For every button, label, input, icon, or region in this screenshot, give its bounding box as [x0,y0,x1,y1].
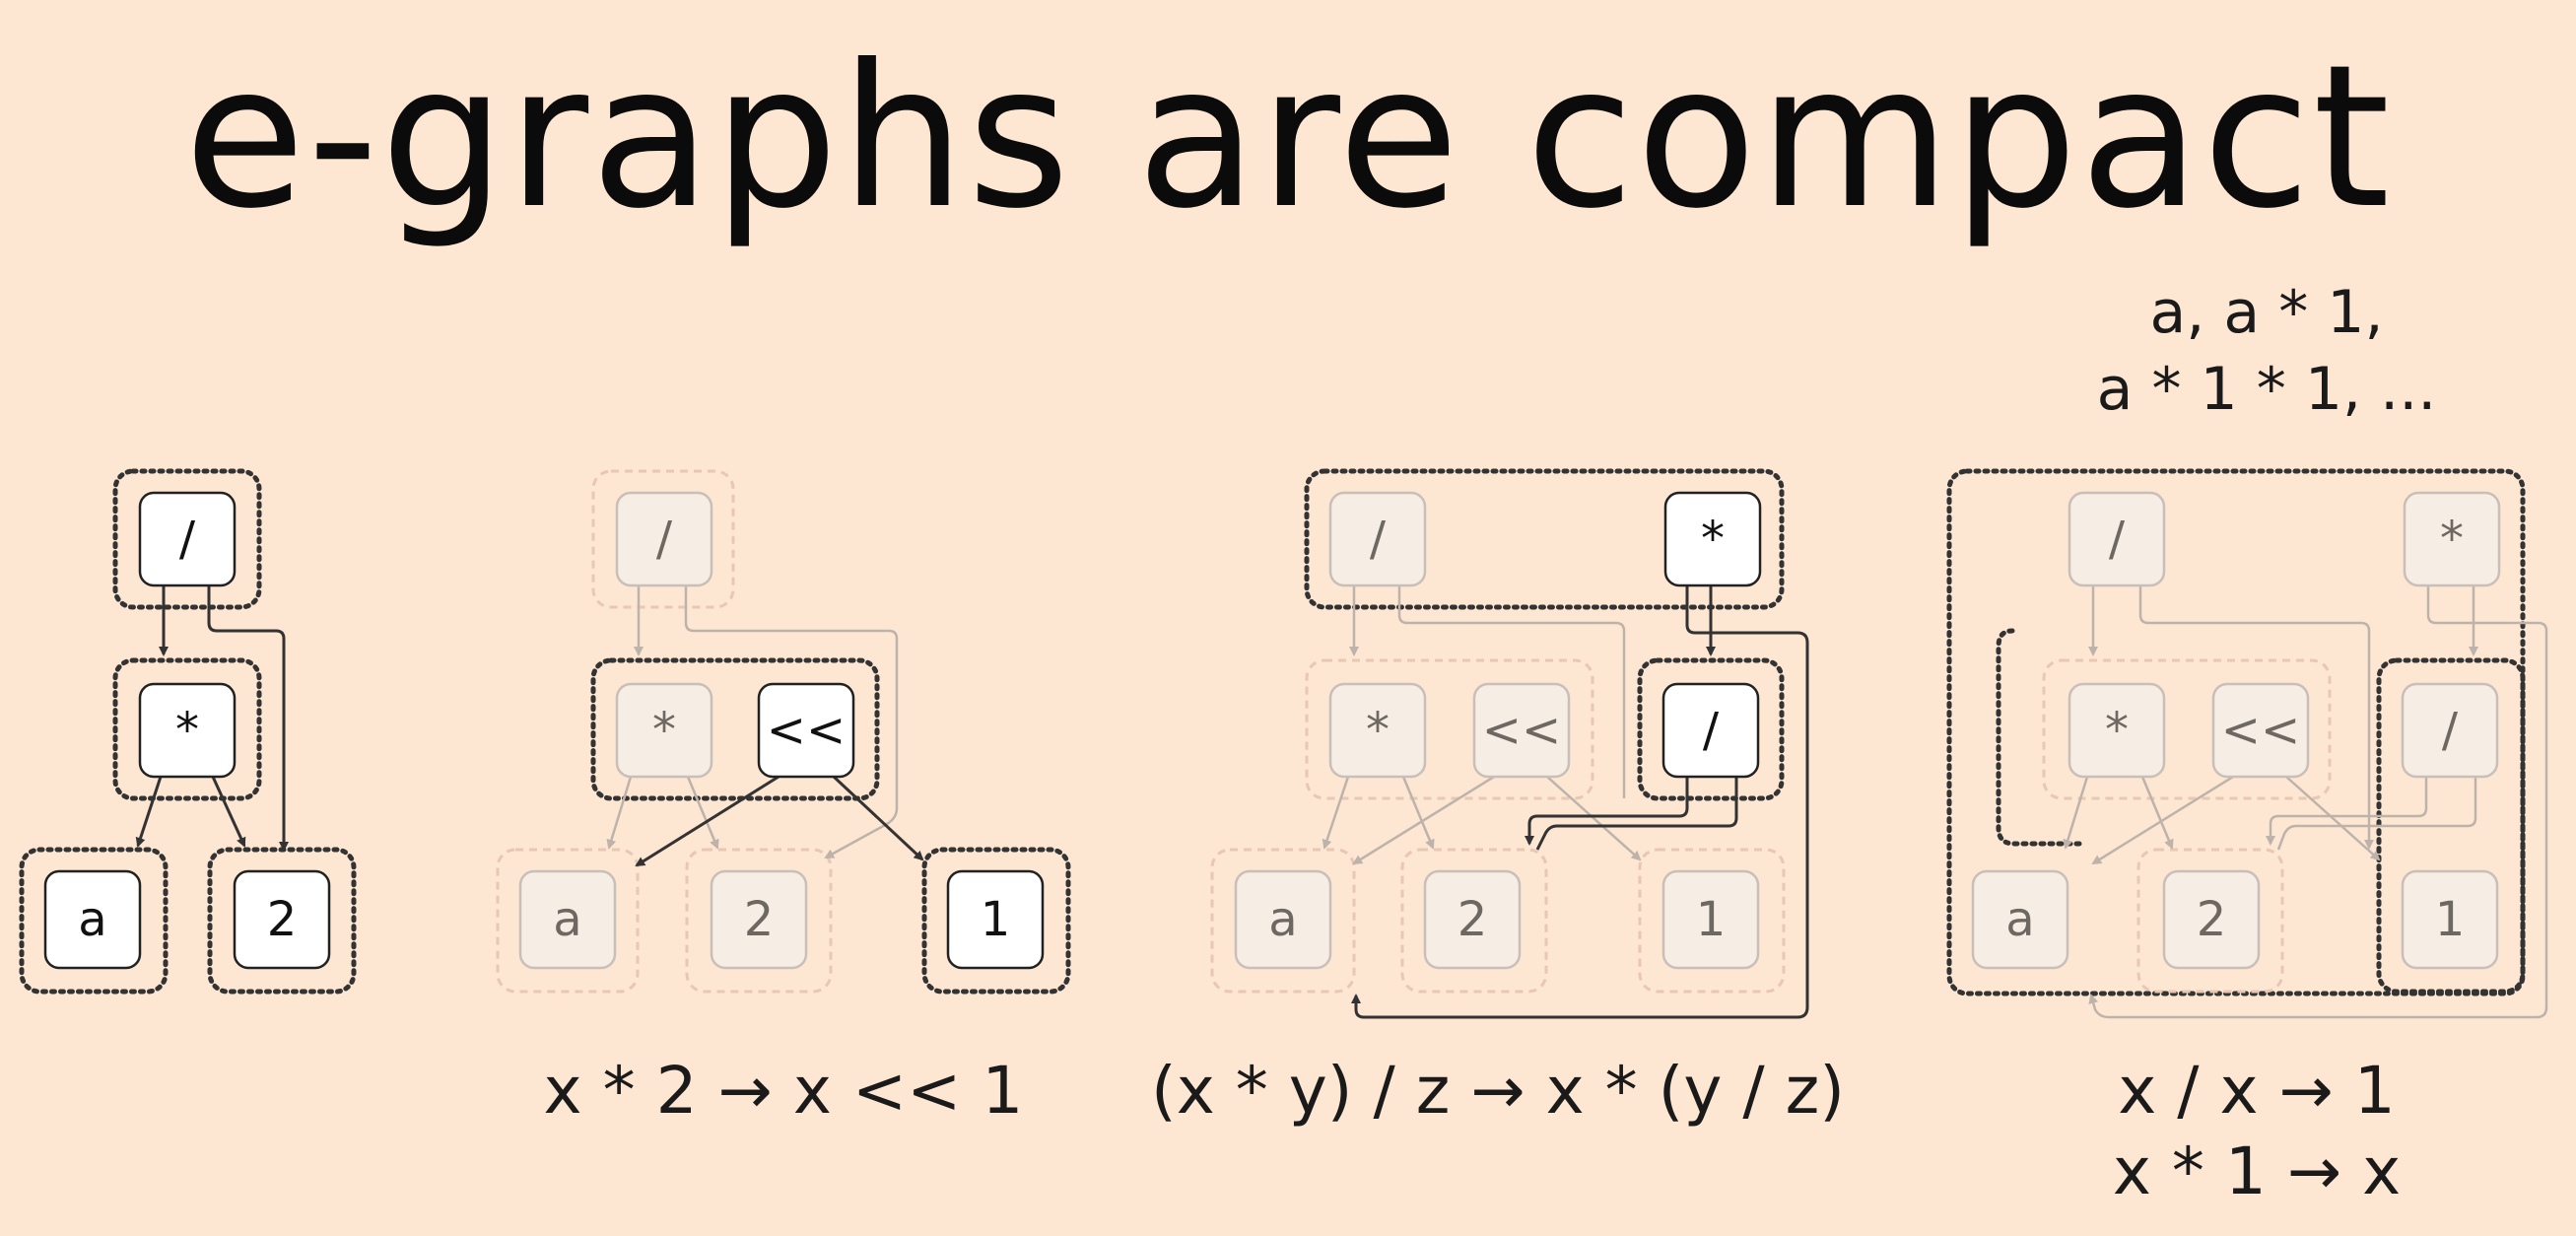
node-1: 1 [1661,869,1760,970]
edge [1401,776,1435,850]
node-label: 1 [1696,892,1727,947]
node-label: 2 [744,892,775,947]
node-2: 2 [710,869,808,970]
edge [686,776,719,850]
node-div: / [138,491,237,587]
node-label: / [1703,703,1720,758]
node-2: 2 [1423,869,1522,970]
node-div: / [615,491,713,587]
node-shift: << [757,682,855,779]
node-label: a [1268,892,1297,947]
node-mul: * [2068,682,2166,779]
node-label: * [2105,703,2129,758]
note-line-2: a * 1 * 1, ... [2096,355,2437,424]
node-shift: << [2211,682,2310,779]
node-label: a [2005,892,2034,947]
node-label: << [2221,703,2300,758]
node-label: / [179,512,196,567]
node-label: * [1366,703,1390,758]
caption-line-1: x / x → 1 [2118,1053,2396,1129]
node-label: a [78,892,106,947]
node-div2: / [1661,682,1760,779]
node-label: * [1701,512,1725,567]
node-a: a [1971,869,2069,970]
node-label: / [2109,512,2126,567]
node-2: 2 [233,869,331,970]
node-div: / [1328,491,1427,587]
node-label: 2 [1457,892,1488,947]
node-mul-top: * [2403,491,2501,587]
edge [1322,776,1350,850]
edge [2063,776,2089,850]
panel-2: / * << a 2 1 [496,469,1071,995]
edge [1546,776,1642,861]
node-label: * [175,703,199,758]
node-label: * [2440,512,2464,567]
node-1: 1 [2401,869,2499,970]
edge [1525,777,1689,846]
equivalence-note: a, a * 1, a * 1 * 1, ... [2050,274,2483,428]
node-div: / [2068,491,2166,587]
node-label: << [1482,703,1561,758]
panel-3: / * * << / a 2 1 [1210,468,1809,1019]
caption-rewrite-assoc: (x * y) / z → x * (y / z) [1150,1053,1846,1129]
node-2: 2 [2162,869,2261,970]
node-label: 1 [2435,892,2466,947]
caption-rewrite-shift: x * 2 → x << 1 [543,1053,1024,1129]
edge [606,776,633,850]
edge [2285,776,2381,861]
node-label: 2 [267,892,298,947]
edge [2140,776,2174,850]
node-label: 1 [981,892,1011,947]
node-label: << [767,703,846,758]
node-a: a [43,869,142,970]
node-label: / [1370,512,1387,567]
caption-rewrite-identity: x / x → 1 x * 1 → x [1981,1051,2533,1212]
node-mul: * [1328,682,1427,779]
node-div2: / [2401,682,2499,779]
node-mul-top: * [1663,491,1762,587]
edge [211,776,246,848]
node-mul: * [615,682,713,779]
edge [635,775,780,867]
panel-4: / * * << / a 2 1 [1946,468,2548,1019]
node-a: a [1234,869,1332,970]
node-shift: << [1472,682,1571,779]
node-label: / [2442,703,2459,758]
node-a: a [518,869,617,970]
node-label: 2 [2197,892,2227,947]
node-1: 1 [946,869,1045,970]
edge [1535,777,1738,851]
note-line-1: a, a * 1, [2149,278,2384,347]
node-label: a [553,892,581,947]
caption-line-2: x * 1 → x [2112,1133,2402,1209]
panel-1: / * a 2 [19,468,357,995]
node-label: * [652,703,676,758]
node-mul: * [138,682,237,779]
node-label: / [656,512,673,567]
edge [135,776,163,848]
